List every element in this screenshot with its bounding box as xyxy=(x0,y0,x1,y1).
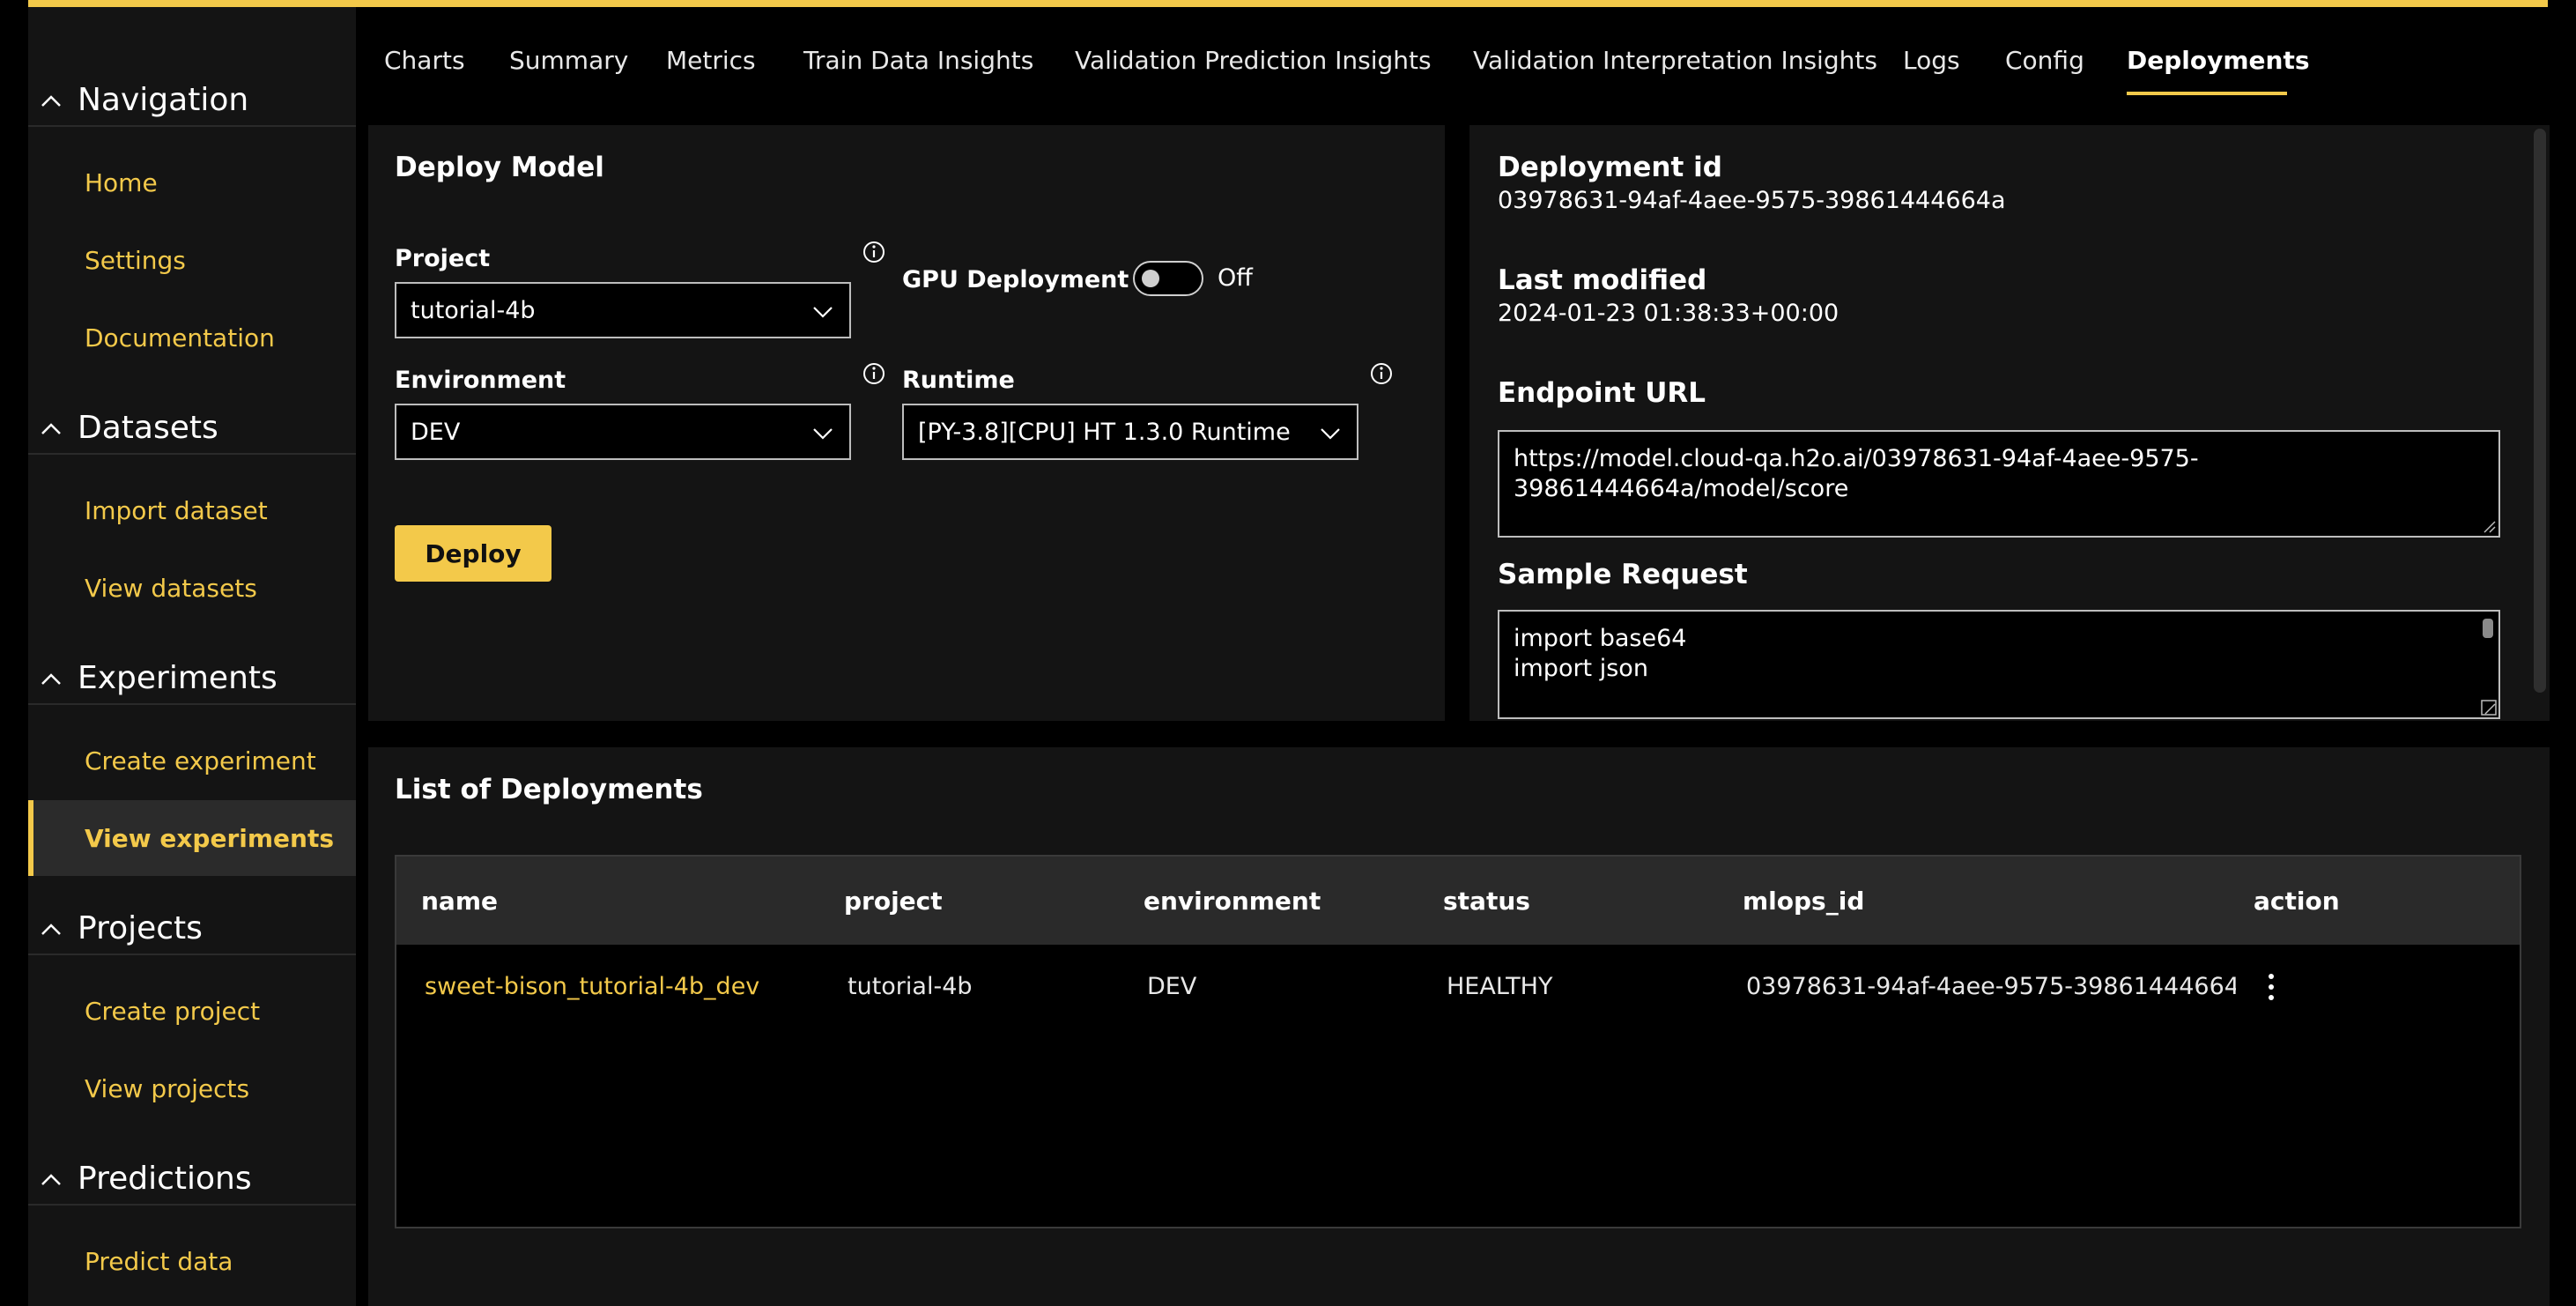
sample-request-line: import base64 xyxy=(1514,625,1687,652)
chevron-down-icon xyxy=(813,307,833,318)
deployment-status: HEALTHY xyxy=(1447,973,1553,1000)
tab-logs[interactable]: Logs xyxy=(1903,46,1960,75)
table-header: name project environment status mlops_id… xyxy=(396,857,2520,945)
sidebar-item-documentation[interactable]: Documentation xyxy=(28,300,356,375)
runtime-select[interactable]: [PY-3.8][CPU] HT 1.3.0 Runtime xyxy=(902,404,1358,460)
deploy-button[interactable]: Deploy xyxy=(395,525,551,582)
resize-handle-icon[interactable] xyxy=(2481,518,2497,534)
deployment-name-link[interactable]: sweet-bison_tutorial-4b_dev xyxy=(425,973,830,1000)
deployment-id-label: Deployment id xyxy=(1498,152,1722,183)
sidebar-section-title: Predictions xyxy=(78,1160,252,1197)
sidebar-section-experiments[interactable]: Experiments xyxy=(28,652,356,705)
column-header-project[interactable]: project xyxy=(844,887,943,916)
textarea-scroll-thumb[interactable] xyxy=(2483,619,2493,638)
tab-bar: Charts Summary Metrics Train Data Insigh… xyxy=(356,7,2576,120)
sidebar-section-title: Experiments xyxy=(78,659,278,696)
tab-train-data-insights[interactable]: Train Data Insights xyxy=(803,46,1033,75)
sidebar-item-predict-data[interactable]: Predict data xyxy=(28,1223,356,1299)
sidebar-item-view-projects[interactable]: View projects xyxy=(28,1050,356,1126)
tab-validation-interpretation-insights[interactable]: Validation Interpretation Insights xyxy=(1473,46,1877,75)
kebab-menu-icon[interactable] xyxy=(2261,969,2282,1005)
chevron-down-icon xyxy=(813,428,833,440)
sidebar-item-home[interactable]: Home xyxy=(28,145,356,220)
sidebar-section-title: Projects xyxy=(78,909,203,946)
project-select-value: tutorial-4b xyxy=(411,296,536,324)
gpu-deployment-label: GPU Deployment xyxy=(902,266,1129,293)
sample-request-label: Sample Request xyxy=(1498,559,1748,590)
last-modified-label: Last modified xyxy=(1498,264,1707,296)
info-icon[interactable] xyxy=(862,361,886,386)
info-icon[interactable] xyxy=(862,240,886,264)
endpoint-url-line: https://model.cloud-qa.h2o.ai/03978631-9… xyxy=(1514,445,2199,472)
active-tab-indicator xyxy=(2127,92,2287,95)
sidebar-item-settings[interactable]: Settings xyxy=(28,222,356,298)
chevron-up-icon xyxy=(41,924,61,935)
endpoint-url-label: Endpoint URL xyxy=(1498,377,1706,409)
sidebar-section-projects[interactable]: Projects xyxy=(28,902,356,955)
info-icon[interactable] xyxy=(1369,361,1394,386)
table-row: sweet-bison_tutorial-4b_dev tutorial-4b … xyxy=(396,945,2520,1029)
sample-request-line: import json xyxy=(1514,655,1648,682)
last-modified-value: 2024-01-23 01:38:33+00:00 xyxy=(1498,300,1839,327)
chevron-up-icon xyxy=(41,423,61,434)
project-label: Project xyxy=(395,245,491,272)
sidebar-item-import-dataset[interactable]: Import dataset xyxy=(28,472,356,548)
endpoint-url-textarea[interactable]: https://model.cloud-qa.h2o.ai/03978631-9… xyxy=(1498,430,2500,538)
top-accent-bar xyxy=(28,0,2548,7)
sample-request-textarea[interactable]: import base64 import json xyxy=(1498,610,2500,719)
column-header-name[interactable]: name xyxy=(421,887,498,916)
environment-select[interactable]: DEV xyxy=(395,404,851,460)
sidebar: Navigation Home Settings Documentation D… xyxy=(28,7,356,1306)
details-scrollbar[interactable] xyxy=(2534,129,2546,693)
environment-select-value: DEV xyxy=(411,418,461,446)
column-header-environment[interactable]: environment xyxy=(1144,887,1321,916)
runtime-label: Runtime xyxy=(902,367,1015,394)
sidebar-section-title: Datasets xyxy=(78,409,218,446)
sidebar-section-predictions[interactable]: Predictions xyxy=(28,1153,356,1206)
deployment-environment: DEV xyxy=(1147,973,1197,1000)
resize-handle-icon[interactable] xyxy=(2481,700,2497,716)
environment-label: Environment xyxy=(395,367,566,394)
gpu-deployment-toggle[interactable] xyxy=(1133,261,1203,296)
tab-metrics[interactable]: Metrics xyxy=(666,46,756,75)
tab-validation-prediction-insights[interactable]: Validation Prediction Insights xyxy=(1075,46,1432,75)
gpu-toggle-state: Off xyxy=(1218,264,1253,292)
sidebar-item-view-datasets[interactable]: View datasets xyxy=(28,550,356,626)
chevron-down-icon xyxy=(1321,428,1340,440)
sidebar-item-create-experiment[interactable]: Create experiment xyxy=(28,723,356,798)
deployment-id-value: 03978631-94af-4aee-9575-39861444664a xyxy=(1498,187,2006,214)
chevron-up-icon xyxy=(41,1174,61,1185)
tab-deployments[interactable]: Deployments xyxy=(2127,46,2310,75)
endpoint-url-line: 39861444664a/model/score xyxy=(1514,475,1849,502)
sidebar-section-title: Navigation xyxy=(78,81,249,118)
deployments-list-title: List of Deployments xyxy=(395,774,703,805)
sidebar-item-view-experiments[interactable]: View experiments xyxy=(28,800,356,876)
chevron-up-icon xyxy=(41,673,61,685)
deploy-model-title: Deploy Model xyxy=(395,152,604,183)
column-header-action: action xyxy=(2254,887,2340,916)
project-select[interactable]: tutorial-4b xyxy=(395,282,851,338)
deployments-table: name project environment status mlops_id… xyxy=(395,855,2521,1228)
chevron-up-icon xyxy=(41,95,61,107)
deployment-mlops-id: 03978631-94af-4aee-9575-39861444664a xyxy=(1746,973,2236,1000)
tab-config[interactable]: Config xyxy=(2005,46,2084,75)
column-header-status[interactable]: status xyxy=(1443,887,1530,916)
toggle-knob xyxy=(1142,270,1159,287)
sidebar-item-create-project[interactable]: Create project xyxy=(28,973,356,1049)
sidebar-section-navigation[interactable]: Navigation xyxy=(28,74,356,127)
column-header-mlops-id[interactable]: mlops_id xyxy=(1743,887,1864,916)
runtime-select-value: [PY-3.8][CPU] HT 1.3.0 Runtime xyxy=(918,418,1291,446)
tab-summary[interactable]: Summary xyxy=(509,46,628,75)
tab-charts[interactable]: Charts xyxy=(384,46,465,75)
deployment-project: tutorial-4b xyxy=(848,973,973,1000)
sidebar-section-datasets[interactable]: Datasets xyxy=(28,402,356,455)
